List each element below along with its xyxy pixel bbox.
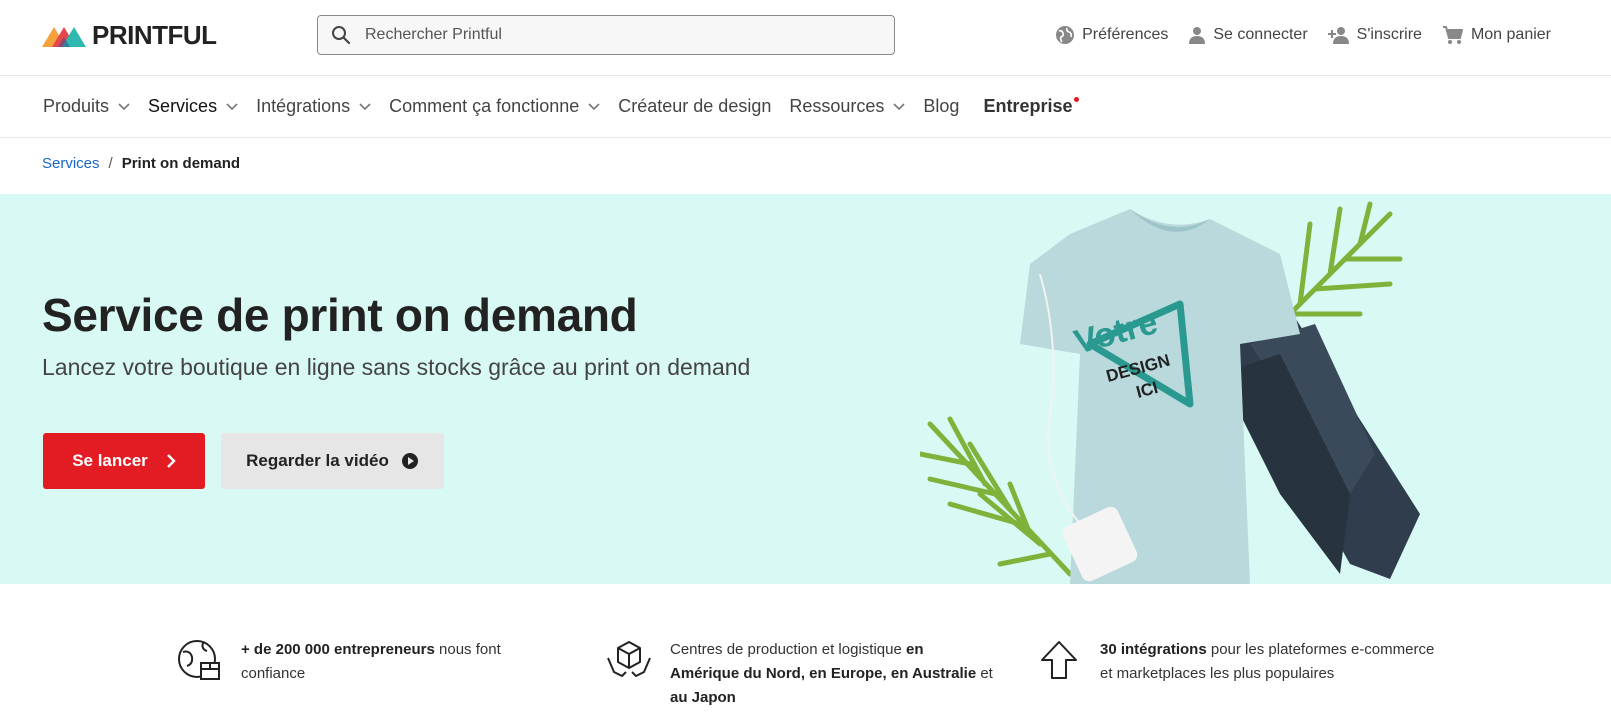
breadcrumb-separator: / bbox=[108, 155, 113, 172]
search-bar[interactable] bbox=[317, 15, 895, 55]
cart-link[interactable]: Mon panier bbox=[1442, 25, 1551, 45]
globe-icon bbox=[1056, 26, 1075, 44]
nav-item-label: Ressources bbox=[789, 96, 885, 116]
nav-item-integrations[interactable]: Intégrations bbox=[256, 96, 371, 117]
feature-integrations: 30 intégrations pour les plateformes e-c… bbox=[1036, 638, 1436, 686]
hero-section: Service de print on demand Lancez votre … bbox=[0, 194, 1611, 584]
feature-detail: et bbox=[976, 665, 993, 682]
login-link[interactable]: Se connecter bbox=[1188, 26, 1308, 44]
nav-item-label: Blog bbox=[923, 96, 960, 116]
search-icon bbox=[332, 26, 351, 45]
search-input[interactable] bbox=[365, 26, 865, 44]
user-links: Préférences Se connecter S'inscrire Mon … bbox=[1035, 22, 1551, 48]
signup-label: S'inscrire bbox=[1356, 26, 1422, 43]
watch-video-button[interactable]: Regarder la vidéo bbox=[221, 433, 444, 489]
nav-item-label: Comment ça fonctionne bbox=[389, 96, 580, 116]
globe-box-icon bbox=[178, 640, 220, 680]
arrow-up-icon bbox=[1041, 641, 1077, 679]
login-label: Se connecter bbox=[1213, 26, 1308, 43]
page-title: Service de print on demand bbox=[42, 289, 638, 341]
nav-item-resources[interactable]: Ressources bbox=[789, 96, 905, 117]
chevron-down-icon bbox=[893, 102, 905, 110]
logo-wordmark: PRINTFUL bbox=[92, 19, 217, 50]
chevron-down-icon bbox=[588, 102, 600, 110]
nav-item-how-it-works[interactable]: Comment ça fonctionne bbox=[389, 96, 600, 117]
user-icon bbox=[1189, 27, 1206, 44]
nav-item-blog[interactable]: Blog bbox=[923, 96, 959, 117]
cart-label: Mon panier bbox=[1470, 26, 1551, 43]
get-started-label: Se lancer bbox=[72, 451, 148, 470]
feature-text: 30 intégrations pour les plateformes e-c… bbox=[1100, 638, 1436, 686]
top-bar: PRINTFUL Préférences Se connecter bbox=[0, 0, 1611, 76]
watch-video-label: Regarder la vidéo bbox=[246, 451, 389, 470]
nav-item-services[interactable]: Services bbox=[148, 96, 238, 117]
main-nav: Produits Services Intégrations Comment ç… bbox=[0, 76, 1611, 138]
feature-highlight: au Japon bbox=[670, 689, 736, 706]
printful-logo-icon bbox=[42, 27, 86, 47]
signup-link[interactable]: S'inscrire bbox=[1327, 26, 1422, 44]
nav-item-label: Services bbox=[148, 96, 218, 116]
hero-product-image: Votre DESIGN ICI bbox=[920, 201, 1420, 584]
nav-item-label: Entreprise bbox=[983, 96, 1073, 116]
chevron-down-icon bbox=[226, 102, 238, 110]
preferences-label: Préférences bbox=[1082, 26, 1169, 43]
nav-item-products[interactable]: Produits bbox=[43, 96, 130, 117]
add-user-icon bbox=[1327, 27, 1349, 44]
feature-production-centers: Centres de production et logistique en A… bbox=[606, 638, 996, 710]
features-strip: + de 200 000 entrepreneurs nous font con… bbox=[0, 584, 1611, 720]
chevron-down-icon bbox=[118, 102, 130, 110]
feature-entrepreneurs: + de 200 000 entrepreneurs nous font con… bbox=[177, 638, 537, 686]
breadcrumb-current: Print on demand bbox=[121, 155, 241, 172]
play-icon bbox=[401, 453, 418, 469]
breadcrumb-services-link[interactable]: Services bbox=[42, 155, 100, 172]
chevron-down-icon bbox=[359, 102, 371, 110]
chevron-right-icon bbox=[166, 454, 176, 468]
printful-logo[interactable]: PRINTFUL bbox=[42, 20, 217, 50]
palm-leaf-right bbox=[1277, 201, 1403, 327]
new-indicator-dot bbox=[1074, 97, 1080, 102]
nav-item-label: Intégrations bbox=[256, 96, 351, 116]
nav-item-design-maker[interactable]: Créateur de design bbox=[618, 96, 771, 117]
feature-text: Centres de production et logistique en A… bbox=[670, 638, 996, 710]
nav-item-label: Créateur de design bbox=[618, 96, 772, 116]
breadcrumb: Services / Print on demand bbox=[42, 155, 240, 172]
feature-highlight: 30 intégrations bbox=[1100, 641, 1207, 658]
hero-subtitle: Lancez votre boutique en ligne sans stoc… bbox=[42, 354, 751, 380]
nav-item-label: Produits bbox=[43, 96, 110, 116]
preferences-link[interactable]: Préférences bbox=[1055, 25, 1168, 45]
feature-detail: Centres de production et logistique bbox=[670, 641, 906, 658]
nav-item-enterprise[interactable]: Entreprise bbox=[983, 96, 1080, 117]
feature-text: + de 200 000 entrepreneurs nous font con… bbox=[241, 638, 537, 686]
cart-icon bbox=[1442, 26, 1463, 44]
feature-highlight: + de 200 000 entrepreneurs bbox=[241, 641, 435, 658]
package-hands-icon bbox=[607, 641, 651, 677]
get-started-button[interactable]: Se lancer bbox=[43, 433, 205, 489]
